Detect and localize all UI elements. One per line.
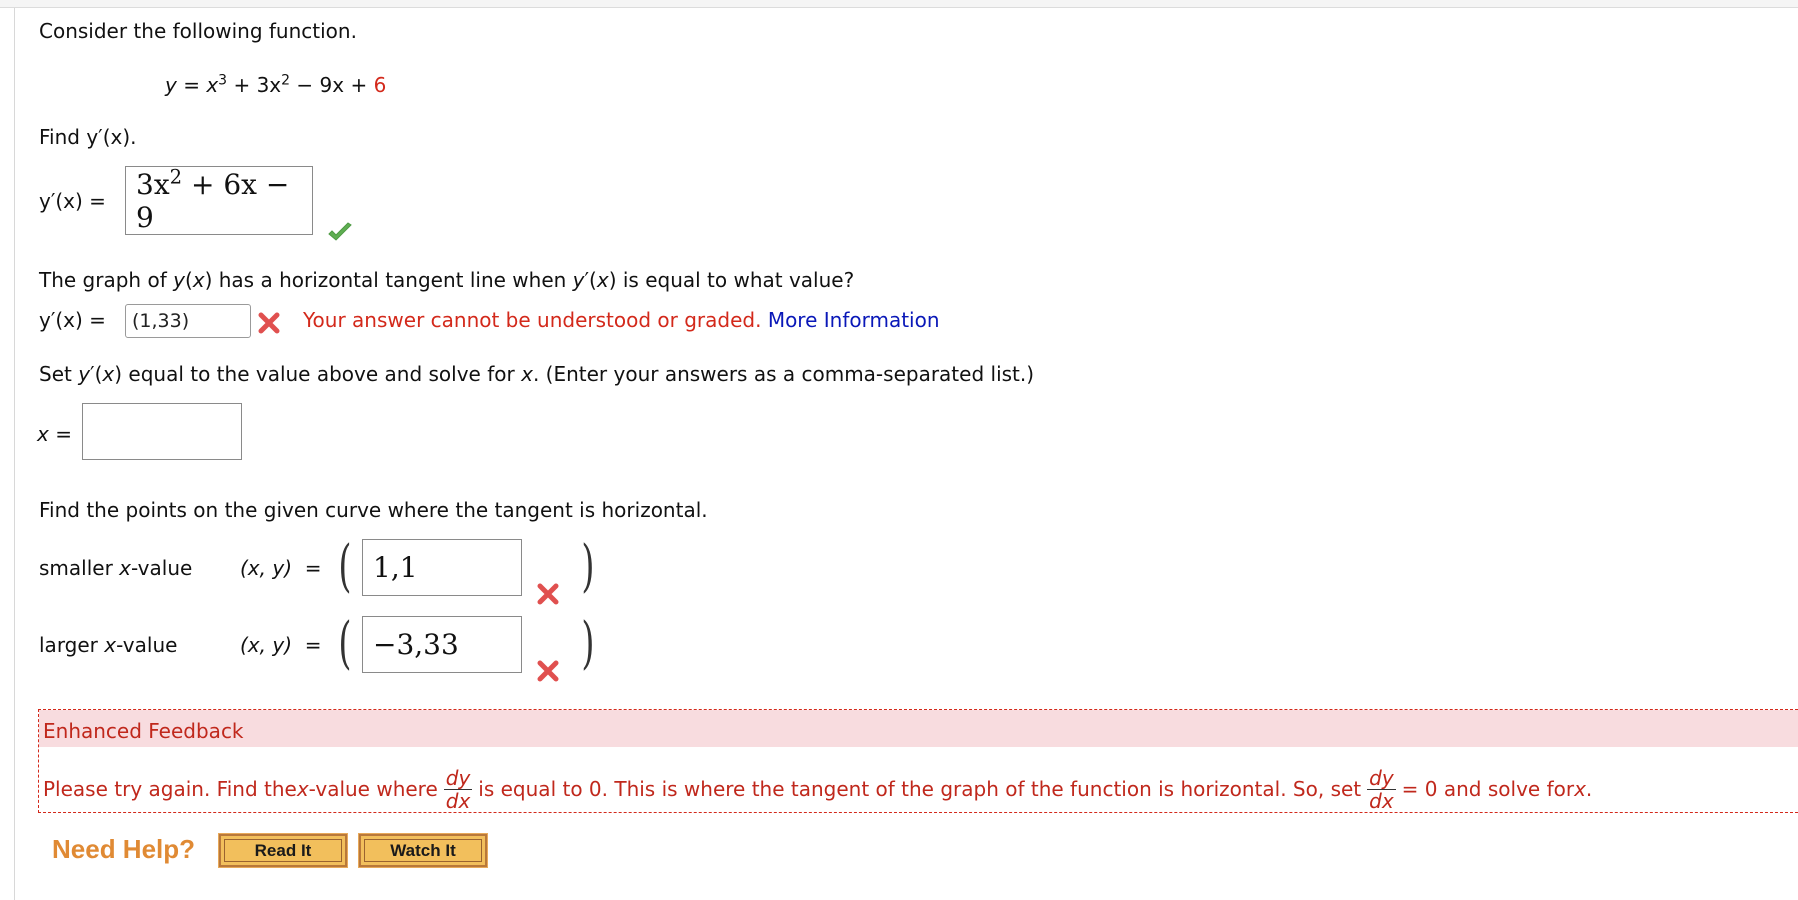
read-it-button[interactable]: Read It: [218, 833, 348, 868]
function-exp-3: 3: [218, 72, 228, 89]
q2-answer-input[interactable]: (1,33): [125, 304, 251, 338]
function-lhs: y: [165, 73, 177, 97]
need-help-label: Need Help?: [52, 834, 196, 864]
function-term-x: x: [206, 73, 219, 97]
q2-feedback: Your answer cannot be understood or grad…: [303, 308, 940, 332]
function-constant: 6: [373, 73, 387, 97]
feedback-body: Please try again. Find the x -value where…: [43, 766, 1593, 813]
larger-point-input[interactable]: −3,33: [362, 616, 522, 673]
smaller-point-input[interactable]: 1,1: [362, 539, 522, 596]
q1-label: y′(x) =: [39, 189, 106, 213]
feedback-title: Enhanced Feedback: [43, 719, 244, 743]
dy-dx-fraction: dy dx: [1367, 766, 1396, 813]
function-term-3x: + 3x: [233, 73, 282, 97]
row-larger-coord-label: (x, y) =: [240, 633, 322, 657]
function-exp-2: 2: [281, 72, 291, 89]
q1-answer: 3x2 + 6x − 9: [136, 165, 290, 234]
function-eq: =: [183, 73, 200, 97]
open-paren: (: [338, 534, 352, 599]
x-icon: [258, 312, 280, 334]
feedback-header: Enhanced Feedback: [39, 710, 1798, 747]
function-term-9x: − 9x +: [296, 73, 368, 97]
more-information-link[interactable]: More Information: [768, 308, 940, 332]
q3-prompt: Set y′(x) equal to the value above and s…: [39, 362, 1035, 386]
row-smaller-coord-label: (x, y) =: [240, 556, 322, 580]
row-larger-label: larger x-value: [39, 633, 178, 657]
q2-prompt: The graph of y(x) has a horizontal tange…: [39, 268, 855, 292]
q1-answer-box[interactable]: 3x2 + 6x − 9: [125, 166, 313, 235]
x-icon: [537, 660, 559, 682]
watch-it-button[interactable]: Watch It: [358, 833, 488, 868]
q2-label: y′(x) =: [39, 308, 106, 332]
close-paren: ): [581, 534, 595, 599]
q2-error-message: Your answer cannot be understood or grad…: [303, 308, 762, 332]
close-paren: ): [581, 611, 595, 676]
dy-dx-fraction: dy dx: [443, 766, 473, 813]
check-icon: [328, 222, 352, 241]
function-equation: y = x3 + 3x2 − 9x + 6: [165, 73, 386, 97]
row-smaller-label: smaller x-value: [39, 556, 193, 580]
intro-text: Consider the following function.: [39, 19, 357, 43]
q3-label: x =: [37, 422, 72, 446]
left-border: [14, 8, 15, 900]
q1-prompt: Find y′(x).: [39, 125, 137, 149]
open-paren: (: [338, 611, 352, 676]
x-icon: [537, 583, 559, 605]
top-bar: [0, 0, 1798, 8]
q4-prompt: Find the points on the given curve where…: [39, 498, 708, 522]
q3-answer-input[interactable]: [82, 403, 242, 460]
enhanced-feedback-box: Enhanced Feedback Please try again. Find…: [38, 709, 1798, 813]
